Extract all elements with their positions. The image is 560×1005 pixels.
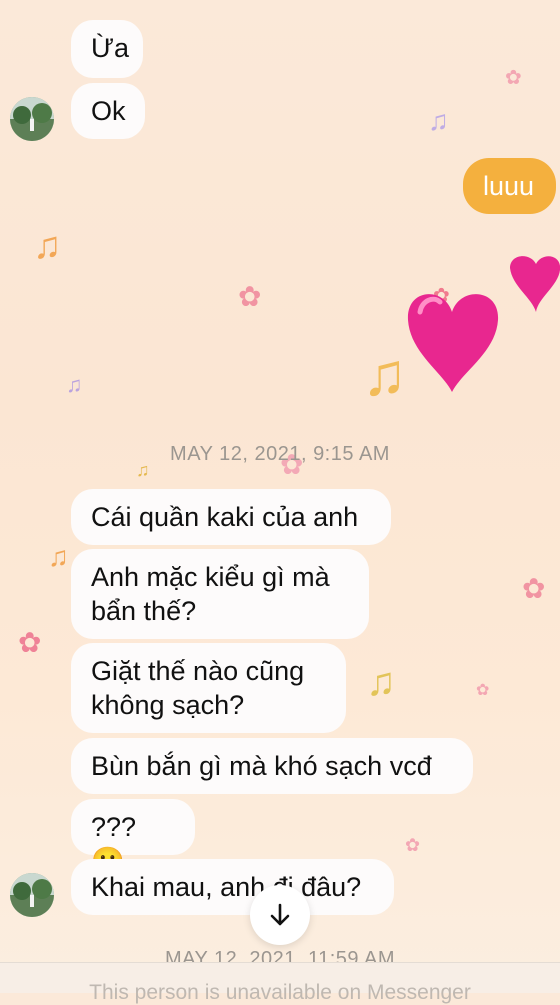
message-bubble-incoming[interactable]: Giặt thế nào cũng không sạch? (71, 643, 346, 733)
flower-icon: ✿ (405, 835, 421, 855)
flower-icon: ✿ (18, 627, 42, 658)
avatar[interactable] (10, 97, 54, 141)
flower-icon: ✿ (505, 67, 522, 89)
music-note-icon: ♫ (33, 225, 62, 267)
message-bubble-incoming[interactable]: Khai mau, anh đi đâu? (71, 859, 394, 915)
flower-icon: ✿ (522, 573, 546, 604)
music-note-icon: ♫ (428, 105, 449, 136)
avatar[interactable] (10, 873, 54, 917)
music-note-icon: ♫ (48, 541, 69, 572)
scroll-to-bottom-button[interactable] (250, 885, 310, 945)
message-bubble-outgoing[interactable]: luuu (463, 158, 556, 214)
music-note-icon: ♫ (66, 372, 83, 397)
music-note-icon: ♫ (366, 660, 396, 704)
arrow-down-icon (270, 903, 290, 926)
flower-icon: ✿ (238, 281, 262, 312)
heart-icon (407, 256, 560, 392)
timestamp: MAY 12, 2021, 9:15 AM (170, 443, 390, 465)
footer-text: This person is unavailable on Messenger (89, 981, 471, 1004)
chat-thread: ♫ ♫ ✿ ✿ ♫ ♫ ✿ ♫ ✿ ✿ ✿ ♫ ♫ ✿ ✿ Ừa Ok luuu… (0, 0, 560, 1004)
message-bubble-incoming[interactable]: Anh mặc kiểu gì mà bẩn thế? (71, 549, 369, 639)
flower-icon: ✿ (476, 682, 490, 699)
unavailable-footer: This person is unavailable on Messenger (0, 962, 560, 1004)
message-bubble-incoming[interactable]: Bùn bắn gì mà khó sạch vcđ (71, 738, 473, 794)
message-bubble-incoming[interactable]: Ừa (71, 20, 143, 78)
message-bubble-incoming[interactable]: Ok (71, 83, 145, 139)
message-bubble-incoming[interactable]: Cái quần kaki của anh (71, 489, 391, 545)
message-bubble-incoming[interactable]: ??? 😀 (71, 799, 195, 876)
